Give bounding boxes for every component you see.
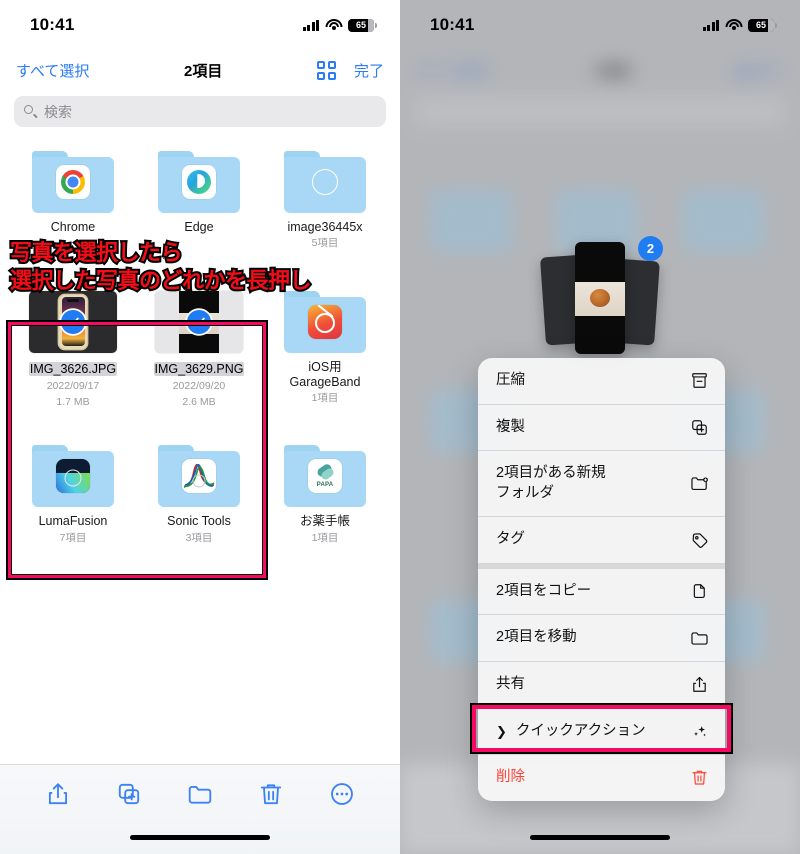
status-time: 10:41 [30,15,75,34]
annotation-text-line1: 写真を選択したら [8,238,185,267]
menu-label: 共有 [496,675,525,692]
search-input[interactable]: 検索 [14,96,386,127]
menu-item-compress[interactable]: 圧縮 [478,358,725,405]
edge-app-icon [182,165,216,199]
menu-item-move[interactable]: 2項目を移動 [478,615,725,662]
menu-item-new-folder[interactable]: 2項目がある新規 フォルダ [478,451,725,518]
status-indicators: 65 [302,18,377,32]
menu-label: 複製 [496,418,525,435]
menu-label: 圧縮 [496,372,525,388]
battery-icon: 65 [348,18,377,32]
bottom-toolbar [0,764,400,854]
archive-box-icon [692,373,707,389]
file-row: Chrome Edge image36445x 5項目 [0,151,400,251]
folder-item-image36445x[interactable]: image36445x 5項目 [266,151,384,251]
menu-item-duplicate[interactable]: 複製 [478,405,725,452]
more-ellipsis-icon[interactable] [329,781,355,812]
battery-percent: 65 [355,20,366,30]
folder-icon [158,151,240,213]
folder-item-garageband[interactable]: iOS用 GarageBand 1項目 [266,290,384,409]
done-button[interactable]: 完了 [354,60,384,81]
home-indicator [130,835,270,840]
menu-label: 2項目を移動 [496,629,577,646]
drag-card-front [575,242,625,354]
search-icon [24,105,38,119]
folder-label: image36445x [287,220,363,234]
folder-meta: 1項目 [311,531,339,544]
status-bar-left: 10:41 65 [0,0,400,50]
folder-icon [32,151,114,213]
new-folder-icon [691,477,708,491]
menu-label: 2項目がある新規 フォルダ [496,465,606,501]
grid-view-icon[interactable] [316,60,336,80]
folder-icon [691,632,708,645]
chrome-app-icon [56,165,90,199]
folder-icon [284,151,366,213]
folder-icon: PAPA [284,445,366,508]
share-icon[interactable] [45,781,71,812]
folder-label: iOS用 GarageBand [289,359,361,390]
left-phone-screen: 10:41 65 すべて選択 2項目 完了 検索 Chrome Edge ima… [0,0,400,854]
selection-count-badge: 2 [638,236,663,261]
menu-label: 削除 [496,769,525,786]
share-icon [693,677,706,693]
empty-circle-icon [312,169,338,195]
annotation-highlight-quick-actions [470,703,733,754]
tag-icon [692,532,708,548]
okusuri-app-icon: PAPA [308,459,342,494]
annotation-highlight-selected-files [6,320,268,580]
cellular-bars-icon [302,19,319,31]
battery-icon: 65 [748,18,777,32]
right-phone-screen: すべて選択 2項目 ▦ 完了 10:41 65 2 圧縮 複製 2項目がある新規… [400,0,800,854]
folder-item-okusuri[interactable]: PAPA お薬手帳 1項目 [266,445,384,545]
trash-icon [692,771,707,785]
home-indicator [530,835,670,840]
trash-icon[interactable] [258,781,284,812]
page-title: 2項目 [184,62,223,80]
duplicate-icon[interactable] [116,781,142,812]
dual-screenshot-stage: 10:41 65 すべて選択 2項目 完了 検索 Chrome Edge ima… [0,0,800,854]
cellular-bars-icon [702,19,719,31]
annotation-text-line2: 選択した写真のどれかを長押し [8,266,314,295]
duplicate-icon [692,420,707,435]
drag-preview-stack[interactable]: 2 [539,236,663,354]
nav-bar-left: すべて選択 2項目 完了 [0,50,400,90]
status-bar-right: 10:41 65 [400,0,800,50]
copy-icon [693,584,705,599]
move-to-folder-icon[interactable] [187,781,213,812]
folder-label: Edge [184,220,214,234]
folder-meta: 5項目 [311,237,339,250]
menu-item-copy[interactable]: 2項目をコピー [478,563,725,616]
menu-label: 2項目をコピー [496,582,592,599]
folder-label: Chrome [50,220,96,234]
wifi-icon [325,18,342,32]
menu-item-share[interactable]: 共有 [478,662,725,709]
garageband-app-icon [308,304,342,339]
wifi-icon [725,18,742,32]
folder-item-edge[interactable]: Edge [140,151,258,251]
search-placeholder: 検索 [44,103,72,120]
battery-percent: 65 [755,20,766,30]
select-all-button[interactable]: すべて選択 [16,60,89,81]
folder-icon [284,290,366,353]
status-time: 10:41 [430,15,475,34]
folder-meta: 1項目 [311,392,339,405]
menu-label: タグ [496,531,525,548]
menu-item-delete[interactable]: 削除 [478,755,725,801]
folder-item-chrome[interactable]: Chrome [14,151,132,251]
folder-label: お薬手帳 [299,514,350,529]
menu-item-tag[interactable]: タグ [478,517,725,564]
